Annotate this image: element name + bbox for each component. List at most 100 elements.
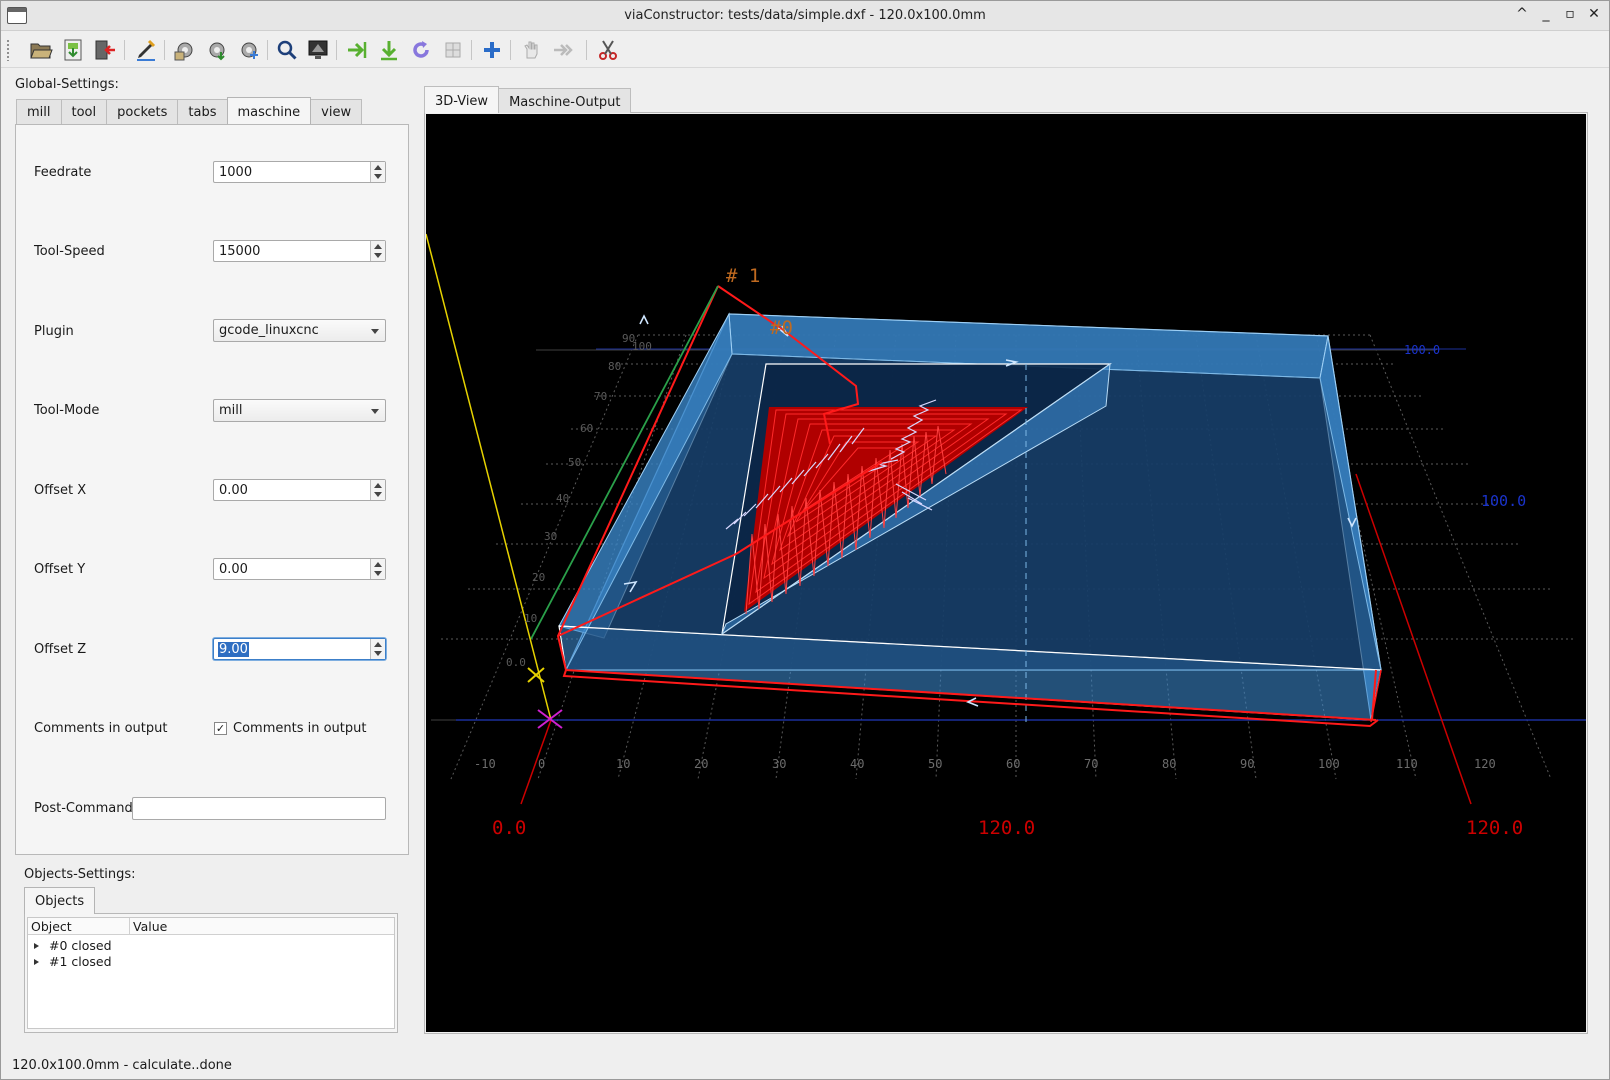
y-tick-label: 0.0 xyxy=(506,656,526,669)
tab-pockets[interactable]: pockets xyxy=(106,99,179,124)
settings-load-icon[interactable] xyxy=(171,36,199,64)
reload-icon[interactable] xyxy=(407,36,435,64)
tree-item-object-1[interactable]: #1 closed xyxy=(34,954,112,969)
post-command-input[interactable] xyxy=(132,797,386,820)
tool-speed-stepper[interactable] xyxy=(370,241,385,261)
object-label-0: #0 xyxy=(770,317,793,339)
y-tick-label: 60 xyxy=(580,422,593,435)
plugin-select[interactable]: gcode_linuxcnc xyxy=(213,319,386,342)
offset-x-label: Offset X xyxy=(34,483,87,498)
y-tick-label: 50 xyxy=(568,456,581,469)
exit-icon[interactable] xyxy=(91,36,119,64)
x-tick-label: 120 xyxy=(1474,757,1496,771)
comments-checkbox[interactable]: ✓ xyxy=(214,722,227,735)
tab-objects[interactable]: Objects xyxy=(24,887,96,914)
order-arrows-icon[interactable] xyxy=(551,36,579,64)
feedrate-label: Feedrate xyxy=(34,165,92,180)
column-object[interactable]: Object xyxy=(31,919,72,934)
offset-z-value[interactable]: 9.00 xyxy=(218,642,249,657)
tab-maschine[interactable]: maschine xyxy=(226,97,312,124)
toolbar xyxy=(1,32,1609,68)
offset-y-stepper[interactable] xyxy=(370,559,385,579)
tree-item-label: #1 closed xyxy=(49,954,112,969)
tool-mode-select[interactable]: mill xyxy=(213,399,386,422)
y-tick-label: 20 xyxy=(532,571,545,584)
status-bar: 120.0x100.0mm - calculate..done xyxy=(12,1058,232,1073)
tab-mill[interactable]: mill xyxy=(16,99,62,124)
plugin-value: gcode_linuxcnc xyxy=(219,323,319,338)
window-title: viaConstructor: tests/data/simple.dxf - … xyxy=(624,8,986,23)
settings-save-icon[interactable] xyxy=(203,36,231,64)
x-tick-label: 40 xyxy=(850,757,864,771)
x-tick-label: 20 xyxy=(694,757,708,771)
x-axis-value-right: 120.0 xyxy=(1466,817,1523,839)
plus-icon[interactable] xyxy=(478,36,506,64)
y-tick-label: 80 xyxy=(608,360,621,373)
feedrate-value[interactable]: 1000 xyxy=(219,165,252,180)
tab-view[interactable]: view xyxy=(310,99,363,124)
arrow-right-icon[interactable] xyxy=(343,36,371,64)
hand-icon[interactable] xyxy=(517,36,545,64)
y-tick-label: 100 xyxy=(632,340,652,353)
grid-icon[interactable] xyxy=(439,36,467,64)
tool-speed-spinbox[interactable]: 15000 xyxy=(213,240,386,262)
y-axis-value-right: 100.0 xyxy=(1481,492,1526,510)
offset-y-spinbox[interactable]: 0.00 xyxy=(213,558,386,580)
view-frame: # 1 #0 0.0 120.0 120.0 100.0 100.0 -10 0… xyxy=(424,112,1588,1034)
column-value[interactable]: Value xyxy=(133,919,167,934)
objects-settings-title: Objects-Settings: xyxy=(24,867,136,882)
x-tick-labels: -10 0 10 20 30 40 50 60 70 80 90 100 110… xyxy=(474,757,1496,771)
y-tick-label: 70 xyxy=(594,390,607,403)
offset-x-stepper[interactable] xyxy=(370,480,385,500)
z-axis-yellow xyxy=(426,233,552,721)
tree-item-object-0[interactable]: #0 closed xyxy=(34,938,112,953)
object-label-1: # 1 xyxy=(726,265,760,287)
monitor-icon[interactable] xyxy=(304,36,332,64)
offset-z-spinbox[interactable]: 9.00 xyxy=(213,638,386,660)
x-tick-label: 80 xyxy=(1162,757,1176,771)
x-tick-label: 90 xyxy=(1240,757,1254,771)
comments-checkbox-label[interactable]: Comments in output xyxy=(233,721,366,736)
3d-viewport[interactable]: # 1 #0 0.0 120.0 120.0 100.0 100.0 -10 0… xyxy=(426,114,1586,1032)
y-tick-label: 10 xyxy=(524,612,537,625)
y-tick-label: 30 xyxy=(544,530,557,543)
minimize-window-icon[interactable]: _ xyxy=(1539,6,1553,22)
tool-mode-label: Tool-Mode xyxy=(34,403,100,418)
pencil-icon[interactable] xyxy=(132,36,160,64)
toolbar-grip[interactable] xyxy=(6,39,10,61)
y-axis-value-top: 100.0 xyxy=(1404,343,1440,357)
maximize-window-icon[interactable]: ▫ xyxy=(1563,6,1577,22)
3d-scene[interactable]: # 1 #0 0.0 120.0 120.0 100.0 100.0 -10 0… xyxy=(426,114,1586,1032)
y-tick-label: 40 xyxy=(556,492,569,505)
tab-3d-view[interactable]: 3D-View xyxy=(424,86,500,113)
x-axis-value-mid: 120.0 xyxy=(978,817,1035,839)
folder-open-icon[interactable] xyxy=(27,36,55,64)
feedrate-stepper[interactable] xyxy=(370,162,385,182)
expand-arrow-icon[interactable] xyxy=(34,959,39,965)
magnifier-icon[interactable] xyxy=(273,36,301,64)
tab-maschine-output[interactable]: Maschine-Output xyxy=(498,88,632,113)
offset-y-value[interactable]: 0.00 xyxy=(219,562,248,577)
tool-mode-value: mill xyxy=(219,403,243,418)
tab-tool[interactable]: tool xyxy=(60,99,108,124)
offset-x-value[interactable]: 0.00 xyxy=(219,483,248,498)
offset-z-stepper[interactable] xyxy=(370,639,385,659)
save-icon[interactable] xyxy=(59,36,87,64)
x-tick-label: 100 xyxy=(1318,757,1340,771)
close-window-icon[interactable]: ✕ xyxy=(1587,6,1601,22)
objects-tree[interactable]: Object Value #0 closed #1 closed xyxy=(27,917,395,1029)
feedrate-spinbox[interactable]: 1000 xyxy=(213,161,386,183)
main-window: viaConstructor: tests/data/simple.dxf - … xyxy=(0,0,1610,1080)
settings-save-as-icon[interactable] xyxy=(235,36,263,64)
tool-speed-label: Tool-Speed xyxy=(34,244,105,259)
offset-x-spinbox[interactable]: 0.00 xyxy=(213,479,386,501)
arrow-down-icon[interactable] xyxy=(375,36,403,64)
scissors-icon[interactable] xyxy=(594,36,622,64)
plugin-label: Plugin xyxy=(34,324,74,339)
shade-window-icon[interactable]: ^ xyxy=(1515,6,1529,22)
tab-tabs[interactable]: tabs xyxy=(177,99,228,124)
tool-speed-value[interactable]: 15000 xyxy=(219,244,260,259)
expand-arrow-icon[interactable] xyxy=(34,943,39,949)
x-tick-label: 30 xyxy=(772,757,786,771)
x-tick-label: -10 xyxy=(474,757,496,771)
